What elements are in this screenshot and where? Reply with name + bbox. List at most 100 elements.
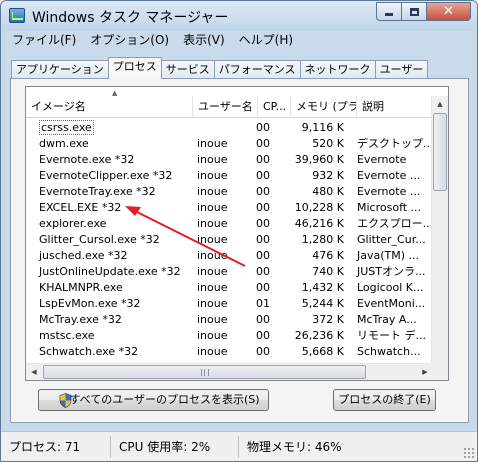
scroll-left-icon[interactable]: ◀ xyxy=(26,364,42,380)
process-description: EventMoni... xyxy=(348,296,433,312)
process-user: inoue xyxy=(192,152,256,168)
process-cpu-text: 00 xyxy=(256,137,270,150)
process-memory-text: 26,236 K xyxy=(294,329,344,342)
menu-view[interactable]: 表示(V) xyxy=(176,31,232,50)
tab-performance[interactable]: パフォーマンス xyxy=(213,60,301,79)
process-memory-text: 9,116 K xyxy=(301,121,344,134)
table-row[interactable]: explorer.exe inoue 00 46,216 K エクスプロー... xyxy=(26,216,433,232)
status-physical-memory: 物理メモリ: 46% xyxy=(247,439,342,454)
process-cpu-text: 00 xyxy=(256,265,270,278)
tab-services[interactable]: サービス xyxy=(160,60,215,79)
table-row[interactable]: csrss.exe 00 9,116 K xyxy=(26,120,433,136)
caption-buttons: ✕ xyxy=(376,2,471,21)
process-name: dwm.exe xyxy=(26,136,192,152)
menu-options[interactable]: オプション(O) xyxy=(83,31,176,50)
process-memory: 480 K xyxy=(282,184,348,200)
task-manager-window: Windows タスク マネージャー ✕ ファイル(F) オプション(O) 表示… xyxy=(0,0,478,462)
vertical-scroll-thumb[interactable] xyxy=(433,113,447,191)
column-header-description[interactable]: 説明 xyxy=(357,96,433,118)
show-all-users-button[interactable]: すべてのユーザーのプロセスを表示(S) xyxy=(38,389,269,411)
process-name-text: jusched.exe *32 xyxy=(39,249,128,262)
table-row[interactable]: EvernoteTray.exe *32 inoue 00 480 K Evernote… xyxy=(26,184,433,200)
process-cpu-text: 00 xyxy=(256,217,270,230)
table-row[interactable]: Glitter_Cursol.exe *32 inoue 00 1,280 K Glit… xyxy=(26,232,433,248)
process-description: JUSTオンラ... xyxy=(348,264,433,280)
horizontal-scrollbar[interactable]: ◀ ▶ xyxy=(26,363,433,380)
process-memory: 46,216 K xyxy=(282,216,348,232)
process-cpu-text: 00 xyxy=(256,185,270,198)
process-cpu: 00 xyxy=(256,184,282,200)
process-description: リモート デ... xyxy=(348,328,433,344)
table-row[interactable]: LspEvMon.exe *32 inoue 01 5,244 K EventMoni.… xyxy=(26,296,433,312)
process-cpu: 00 xyxy=(256,200,282,216)
process-memory-text: 5,244 K xyxy=(301,297,344,310)
process-name-text: EvernoteClipper.exe *32 xyxy=(39,169,173,182)
table-row[interactable]: EXCEL.EXE *32 inoue 00 10,228 K Microsoft ..… xyxy=(26,200,433,216)
process-user: inoue xyxy=(192,216,256,232)
process-memory: 372 K xyxy=(282,312,348,328)
process-description: Evernote ... xyxy=(348,168,433,184)
resize-grip-icon[interactable] xyxy=(463,447,474,458)
column-header-image-name[interactable]: イメージ名 xyxy=(26,96,193,118)
process-memory-text: 1,432 K xyxy=(301,281,344,294)
show-all-users-label: すべてのユーザーのプロセスを表示(S) xyxy=(69,393,260,406)
process-memory-text: 5,668 K xyxy=(301,345,344,358)
table-row[interactable]: Evernote.exe *32 inoue 00 39,960 K Evernote xyxy=(26,152,433,168)
close-button[interactable]: ✕ xyxy=(427,2,471,21)
process-description-text: リモート デ... xyxy=(357,329,426,342)
menu-help[interactable]: ヘルプ(H) xyxy=(232,31,300,50)
title-bar[interactable]: Windows タスク マネージャー ✕ xyxy=(1,1,477,31)
column-header-user-name[interactable]: ユーザー名 xyxy=(193,96,258,118)
process-memory: 5,668 K xyxy=(282,344,348,360)
process-name-text: Glitter_Cursol.exe *32 xyxy=(39,233,160,246)
minimize-button[interactable] xyxy=(376,2,402,21)
table-row[interactable]: JustOnlineUpdate.exe *32 inoue 00 740 K JUST… xyxy=(26,264,433,280)
process-description-text: Evernote xyxy=(357,153,407,166)
tab-users[interactable]: ユーザー xyxy=(374,60,429,79)
process-user-text: inoue xyxy=(197,201,228,214)
process-name: mstsc.exe xyxy=(26,328,192,344)
process-description-text: Java(TM) ... xyxy=(357,249,420,262)
end-process-button[interactable]: プロセスの終了(E) xyxy=(333,389,436,411)
process-rows: csrss.exe 00 9,116 K dwm.exe inoue 00 520 K デスク… xyxy=(26,120,433,360)
process-name: explorer.exe xyxy=(26,216,192,232)
process-description-text: JUSTオンラ... xyxy=(357,265,426,278)
tab-processes[interactable]: プロセス xyxy=(107,57,162,79)
tab-networking[interactable]: ネットワーク xyxy=(299,60,376,79)
vertical-scrollbar[interactable]: ▲ ▼ xyxy=(431,96,448,380)
menu-file[interactable]: ファイル(F) xyxy=(5,31,83,50)
process-user: inoue xyxy=(192,312,256,328)
column-header-memory[interactable]: メモリ (プラ... xyxy=(291,96,357,118)
process-memory: 1,280 K xyxy=(282,232,348,248)
process-memory-text: 476 K xyxy=(312,249,344,262)
process-user: inoue xyxy=(192,232,256,248)
process-description-text: Glitter_Cur... xyxy=(357,233,426,246)
table-row[interactable]: McTray.exe *32 inoue 00 372 K McTray A... xyxy=(26,312,433,328)
process-list[interactable]: ▲ イメージ名 ユーザー名 CP... メモリ (プラ... 説明 csrss.… xyxy=(25,86,449,381)
process-cpu: 00 xyxy=(256,312,282,328)
horizontal-scroll-thumb[interactable] xyxy=(43,365,366,379)
process-memory-text: 1,280 K xyxy=(301,233,344,246)
process-name-text: EvernoteTray.exe *32 xyxy=(39,185,156,198)
process-name: KHALMNPR.exe xyxy=(26,280,192,296)
table-row[interactable]: dwm.exe inoue 00 520 K デスクトップ... xyxy=(26,136,433,152)
tab-applications[interactable]: アプリケーション xyxy=(11,60,109,79)
table-row[interactable]: mstsc.exe inoue 00 26,236 K リモート デ... xyxy=(26,328,433,344)
process-name: JustOnlineUpdate.exe *32 xyxy=(26,264,192,280)
process-cpu: 00 xyxy=(256,216,282,232)
process-cpu: 00 xyxy=(256,328,282,344)
process-description-text: Evernote ... xyxy=(357,185,421,198)
column-header-cpu[interactable]: CP... xyxy=(258,96,291,118)
process-name: jusched.exe *32 xyxy=(26,248,192,264)
process-user: inoue xyxy=(192,248,256,264)
process-user-text: inoue xyxy=(197,169,228,182)
status-process-count: プロセス: 71 xyxy=(1,435,111,458)
table-row[interactable]: Schwatch.exe *32 inoue 00 5,668 K Schwatch..… xyxy=(26,344,433,360)
table-row[interactable]: jusched.exe *32 inoue 00 476 K Java(TM) ... xyxy=(26,248,433,264)
maximize-button[interactable] xyxy=(402,2,427,21)
process-cpu-text: 00 xyxy=(256,281,270,294)
table-row[interactable]: EvernoteClipper.exe *32 inoue 00 932 K Evern… xyxy=(26,168,433,184)
scroll-up-icon[interactable]: ▲ xyxy=(432,96,448,112)
process-cpu: 00 xyxy=(256,232,282,248)
table-row[interactable]: KHALMNPR.exe inoue 00 1,432 K Logicool K... xyxy=(26,280,433,296)
